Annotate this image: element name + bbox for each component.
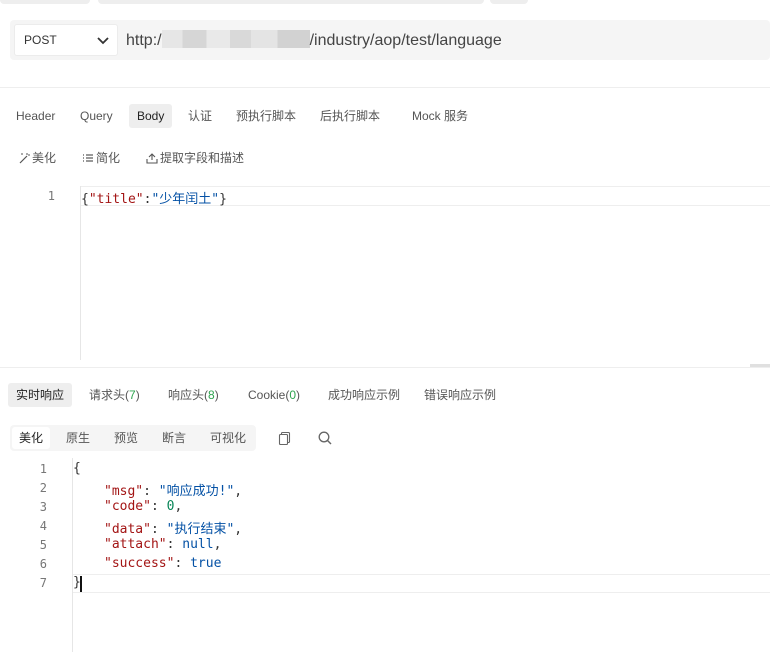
json-string-value: "执行结束" [166, 522, 235, 537]
line-number: 4 [39, 519, 47, 533]
method-value: POST [24, 33, 57, 47]
view-mode-group: 美化 原生 预览 断言 可视化 [10, 425, 256, 451]
view-raw[interactable]: 原生 [59, 427, 97, 449]
json-brace: { [73, 461, 81, 476]
json-null-value: null [182, 537, 214, 552]
list-icon [83, 154, 93, 162]
line-number: 5 [39, 538, 47, 552]
tab-auth[interactable]: 认证 [180, 104, 220, 128]
chevron-down-icon [97, 37, 109, 45]
json-boolean-value: true [190, 556, 222, 571]
code-line: "code": 0, [104, 499, 183, 514]
line-number: 1 [47, 189, 55, 203]
divider [0, 87, 770, 88]
view-preview[interactable]: 预览 [107, 427, 145, 449]
tab-body[interactable]: Body [129, 104, 173, 128]
tab-query[interactable]: Query [72, 104, 121, 128]
top-tab[interactable] [490, 0, 528, 4]
view-assertion[interactable]: 断言 [155, 427, 193, 449]
json-brace: { [81, 192, 89, 207]
simplify-button[interactable]: 简化 [82, 150, 124, 166]
url-redacted-host [161, 30, 310, 48]
line-number: 3 [39, 500, 47, 514]
active-line-highlight [73, 574, 770, 593]
tab-cookie[interactable]: Cookie(0) [240, 383, 308, 407]
extract-fields-button[interactable]: 提取字段和描述 [146, 150, 250, 166]
url-bar: POST http:/ /industry/aop/test/language [10, 20, 770, 60]
editor-gutter [72, 458, 73, 652]
top-tab[interactable] [98, 0, 484, 4]
beautify-label: 美化 [32, 151, 57, 165]
tab-header[interactable]: Header [8, 104, 63, 128]
json-key: "msg" [104, 484, 144, 499]
view-visualize[interactable]: 可视化 [203, 427, 253, 449]
tab-success-example[interactable]: 成功响应示例 [320, 383, 408, 407]
tab-label-suffix: ) [214, 388, 219, 402]
beautify-button[interactable]: 美化 [18, 150, 60, 166]
request-body-editor[interactable]: 1 {"title":"少年闰土"} [0, 186, 770, 360]
json-string-value: "响应成功!" [158, 484, 235, 499]
tab-response-headers[interactable]: 响应头(8) [160, 383, 227, 407]
count-badge: 7 [129, 388, 136, 402]
tab-pre-script[interactable]: 预执行脚本 [228, 104, 304, 128]
url-prefix: http:/ [126, 32, 162, 49]
top-tab[interactable] [0, 0, 90, 4]
code-line: "attach": null, [104, 537, 222, 552]
tab-mock-service[interactable]: Mock 服务 [404, 104, 476, 128]
code-line: "success": true [104, 556, 222, 571]
json-brace: } [219, 192, 227, 207]
tab-label: 响应头( [168, 388, 208, 402]
tab-post-script[interactable]: 后执行脚本 [312, 104, 388, 128]
tab-label: 请求头( [89, 388, 129, 402]
search-icon[interactable] [317, 430, 333, 446]
json-key: "success" [104, 556, 175, 571]
upload-icon [146, 153, 158, 164]
code-line: "data": "执行结束", [104, 522, 243, 537]
json-comma: , [213, 537, 222, 552]
url-path: /industry/aop/test/language [309, 32, 502, 49]
json-key: "code" [104, 499, 151, 514]
top-tab-strip [0, 0, 770, 6]
magic-wand-icon [19, 153, 30, 164]
json-comma: , [234, 484, 243, 499]
editor-gutter [80, 186, 81, 360]
divider [0, 367, 770, 368]
tab-label-suffix: ) [135, 388, 140, 402]
tab-realtime-response[interactable]: 实时响应 [8, 383, 73, 407]
simplify-label: 简化 [96, 151, 121, 165]
json-string-value: "少年闰土" [151, 192, 220, 207]
tab-label: Cookie( [248, 388, 290, 402]
method-select[interactable]: POST [14, 24, 118, 56]
line-number: 7 [39, 576, 47, 590]
json-comma: , [234, 522, 243, 537]
count-badge: 8 [208, 388, 215, 402]
text-cursor [80, 576, 82, 592]
json-comma: , [174, 499, 183, 514]
json-key: "data" [104, 522, 151, 537]
code-line: "msg": "响应成功!", [104, 484, 243, 499]
response-body-editor[interactable]: 1 2 3 4 5 6 7 { "msg": "响应成功!", "code": … [0, 458, 770, 652]
line-number: 2 [39, 481, 47, 495]
line-number: 1 [39, 462, 47, 476]
json-key: "title" [88, 192, 144, 207]
view-beautify[interactable]: 美化 [12, 427, 51, 449]
json-key: "attach" [104, 537, 167, 552]
code-line: {"title":"少年闰土"} [81, 188, 227, 207]
line-number: 6 [39, 557, 47, 571]
url-input[interactable]: http:/ /industry/aop/test/language [126, 30, 502, 50]
tab-request-headers[interactable]: 请求头(7) [81, 383, 148, 407]
tab-label-suffix: ) [296, 388, 301, 402]
extract-fields-label: 提取字段和描述 [160, 151, 245, 165]
copy-icon[interactable] [277, 430, 293, 446]
tab-error-example[interactable]: 错误响应示例 [416, 383, 504, 407]
